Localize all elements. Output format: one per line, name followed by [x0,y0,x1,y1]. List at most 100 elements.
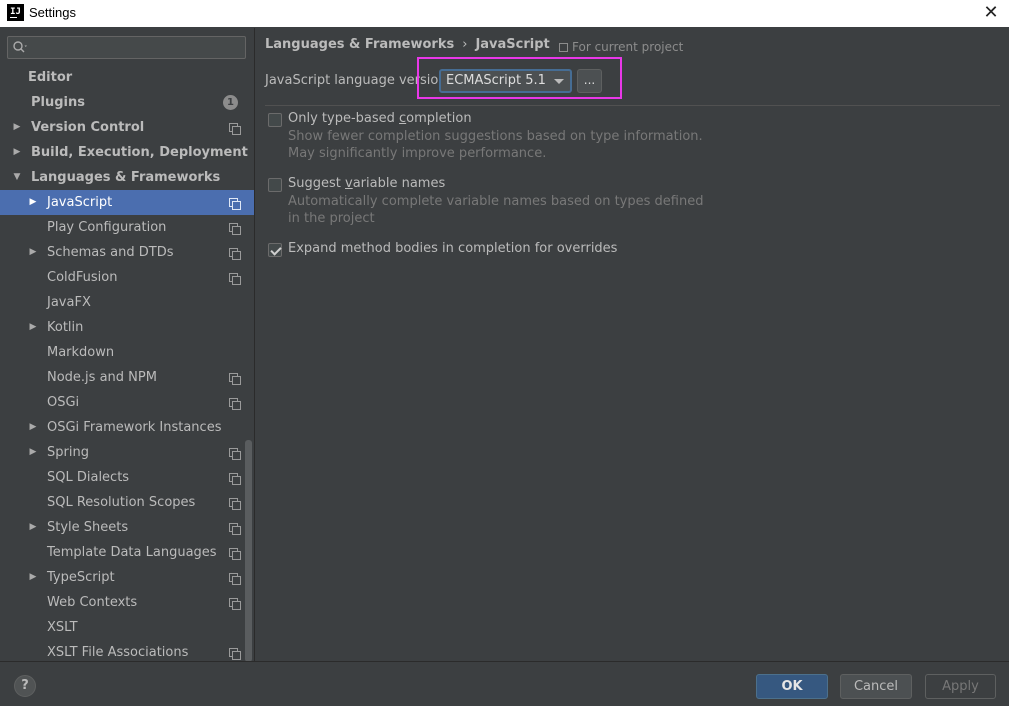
sidebar-item-label: Build, Execution, Deployment [31,145,248,160]
sidebar-item-label: Schemas and DTDs [47,245,174,260]
project-scope-icon [229,523,241,535]
settings-search-input[interactable] [7,36,246,59]
sidebar-item-label: SQL Resolution Scopes [47,495,196,510]
breadcrumb-parent[interactable]: Languages & Frameworks [265,37,454,52]
sidebar-item-schemas-and-dtds[interactable]: ▶ Schemas and DTDs [0,240,254,265]
sidebar-item-label: XSLT File Associations [47,645,189,660]
sidebar-item-label: JavaScript [47,195,113,210]
expand-right-icon[interactable]: ▶ [27,565,39,590]
option-description: Automatically complete variable names ba… [288,194,704,226]
project-scope-icon [229,123,241,135]
update-count-badge: 1 [223,95,238,110]
scope-note-text: For current project [572,40,684,54]
option-description: Show fewer completion suggestions based … [288,129,703,161]
sidebar-item-coldfusion[interactable]: ColdFusion [0,265,254,290]
project-scope-icon [229,548,241,560]
language-version-more-button[interactable]: ... [577,69,602,93]
settings-sidebar: Editor Plugins 1 ▶ Version Control ▶ Build, Ex… [0,28,254,661]
sidebar-item-version-control[interactable]: ▶ Version Control [0,115,254,140]
sidebar-item-label: OSGi [47,395,80,410]
project-scope-icon [229,398,241,410]
expand-right-icon[interactable]: ▶ [27,190,39,215]
sidebar-item-plugins[interactable]: Plugins 1 [0,90,254,115]
sidebar-item-sql-resolution-scopes[interactable]: SQL Resolution Scopes [0,490,254,515]
sidebar-item-label: Spring [47,445,89,460]
dialog-footer: ? OK Cancel Apply [0,661,1009,706]
option-title: Suggest variable names [288,176,446,191]
sidebar-item-template-data-languages[interactable]: Template Data Languages [0,540,254,565]
sidebar-item-label: JavaFX [47,295,91,310]
sidebar-item-node-js-and-npm[interactable]: Node.js and NPM [0,365,254,390]
type-based-completion-checkbox[interactable] [268,113,282,127]
sidebar-item-osgi-framework-instances[interactable]: ▶ OSGi Framework Instances [0,415,254,440]
sidebar-item-label: XSLT [47,620,78,635]
sidebar-item-label: Template Data Languages [47,545,217,560]
project-scope-icon [229,273,241,285]
expand-right-icon[interactable]: ▶ [27,240,39,265]
sidebar-item-typescript[interactable]: ▶ TypeScript [0,565,254,590]
intellij-logo-icon: IJ [7,4,24,21]
project-scope-icon [229,648,241,660]
sidebar-item-spring[interactable]: ▶ Spring [0,440,254,465]
sidebar-item-play-configuration[interactable]: Play Configuration [0,215,254,240]
sidebar-item-kotlin[interactable]: ▶ Kotlin [0,315,254,340]
expand-right-icon[interactable]: ▶ [27,440,39,465]
chevron-down-icon [554,79,564,84]
project-scope-icon [229,373,241,385]
sidebar-item-label: Editor [28,70,73,85]
sidebar-item-sql-dialects[interactable]: SQL Dialects [0,465,254,490]
title-bar: IJ Settings ✕ [0,0,1009,27]
scope-note: For current project [559,40,683,54]
language-version-select[interactable]: ECMAScript 5.1 [439,69,572,93]
sidebar-item-languages-frameworks[interactable]: ▼ Languages & Frameworks [0,165,254,190]
project-scope-icon [229,598,241,610]
option-title: Expand method bodies in completion for o… [288,241,618,256]
sidebar-item-editor[interactable]: Editor [0,65,254,90]
sidebar-item-web-contexts[interactable]: Web Contexts [0,590,254,615]
expand-method-bodies-checkbox[interactable] [268,243,282,257]
ok-button[interactable]: OK [756,674,828,699]
project-scope-icon [229,498,241,510]
expand-down-icon[interactable]: ▼ [11,165,23,190]
sidebar-item-javafx[interactable]: JavaFX [0,290,254,315]
suggest-variable-names-checkbox[interactable] [268,178,282,192]
sidebar-item-label: Version Control [31,120,145,135]
breadcrumb-separator: › [462,37,468,52]
sidebar-item-xslt[interactable]: XSLT [0,615,254,640]
option-title: Only type-based completion [288,111,472,126]
expand-right-icon[interactable]: ▶ [11,140,23,165]
window-title: Settings [29,5,76,20]
close-icon[interactable]: ✕ [979,2,1003,24]
cancel-button[interactable]: Cancel [840,674,912,699]
language-version-value: ECMAScript 5.1 [446,73,546,88]
project-scope-icon [229,473,241,485]
breadcrumb: Languages & Frameworks › JavaScript [265,37,550,52]
sidebar-item-label: Play Configuration [47,220,167,235]
sidebar-item-build-execution-deployment[interactable]: ▶ Build, Execution, Deployment [0,140,254,165]
project-scope-icon [229,573,241,585]
sidebar-item-style-sheets[interactable]: ▶ Style Sheets [0,515,254,540]
sidebar-item-osgi[interactable]: OSGi [0,390,254,415]
sidebar-item-markdown[interactable]: Markdown [0,340,254,365]
settings-tree: Editor Plugins 1 ▶ Version Control ▶ Build, Ex… [0,65,254,661]
expand-right-icon[interactable]: ▶ [27,315,39,340]
sidebar-item-label: SQL Dialects [47,470,130,485]
sidebar-item-label: Languages & Frameworks [31,170,221,185]
expand-right-icon[interactable]: ▶ [11,115,23,140]
project-scope-icon [229,448,241,460]
apply-button[interactable]: Apply [925,674,996,699]
breadcrumb-current: JavaScript [475,37,550,52]
expand-right-icon[interactable]: ▶ [27,415,39,440]
expand-right-icon[interactable]: ▶ [27,515,39,540]
project-scope-icon [229,198,241,210]
sidebar-item-label: Web Contexts [47,595,138,610]
help-button[interactable]: ? [14,675,36,697]
sidebar-item-xslt-file-associations[interactable]: XSLT File Associations [0,640,254,661]
section-separator [265,105,1000,106]
search-icon [13,41,27,53]
project-scope-icon [559,43,568,52]
project-scope-icon [229,223,241,235]
sidebar-scrollbar[interactable] [245,440,252,661]
sidebar-item-javascript[interactable]: ▶ JavaScript [0,190,254,215]
sidebar-item-label: ColdFusion [47,270,118,285]
